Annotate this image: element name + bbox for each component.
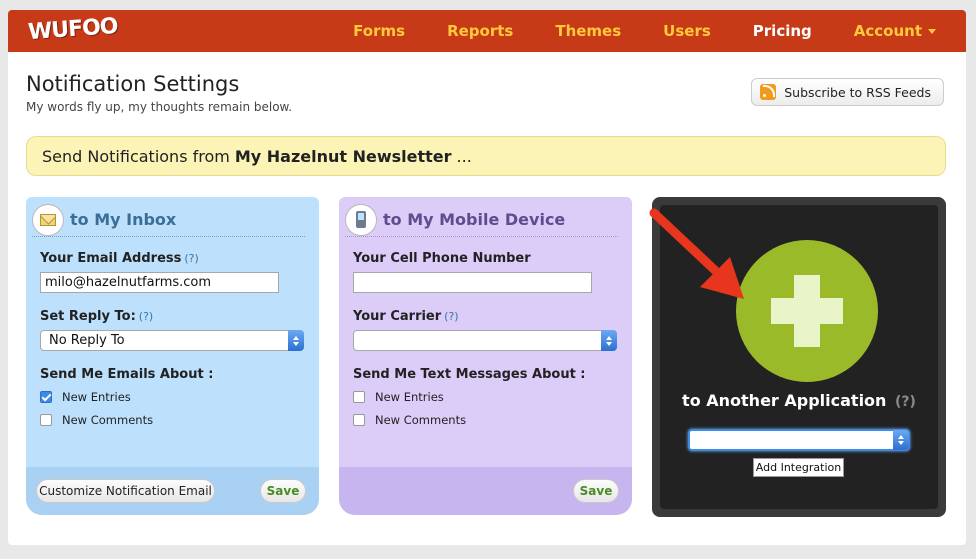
main-nav: Forms Reports Themes Users Pricing Accou… bbox=[311, 10, 936, 52]
wufoo-logo[interactable]: WUFOO bbox=[27, 14, 118, 45]
phone-field[interactable] bbox=[353, 272, 592, 293]
text-new-entries-option[interactable]: New Entries bbox=[353, 390, 444, 404]
chevron-down-icon bbox=[928, 28, 936, 34]
email-new-comments-option[interactable]: New Comments bbox=[40, 413, 153, 427]
nav-themes[interactable]: Themes bbox=[555, 22, 621, 40]
nav-pricing[interactable]: Pricing bbox=[753, 22, 812, 40]
text-new-entries-label: New Entries bbox=[375, 390, 444, 404]
text-new-comments-checkbox[interactable] bbox=[353, 414, 365, 426]
email-new-comments-label: New Comments bbox=[62, 413, 154, 427]
inbox-panel-footer: Customize Notification Email Save bbox=[26, 467, 319, 515]
envelope-icon bbox=[40, 213, 56, 226]
reply-to-select[interactable]: No Reply To bbox=[40, 330, 304, 351]
rss-icon bbox=[760, 84, 777, 100]
mobile-panel-header: to My Mobile Device bbox=[345, 203, 618, 237]
inbox-panel: to My Inbox Your Email Address (?) milo@h… bbox=[26, 197, 319, 515]
email-new-entries-label: New Entries bbox=[62, 390, 131, 404]
phone-icon bbox=[356, 211, 366, 228]
email-label-text: Your Email Address bbox=[40, 251, 182, 266]
email-new-entries-option[interactable]: New Entries bbox=[40, 390, 131, 404]
add-integration-button[interactable]: Add Integration bbox=[753, 458, 844, 477]
reply-to-help-link[interactable]: (?) bbox=[139, 310, 153, 323]
inbox-save-button[interactable]: Save bbox=[260, 479, 306, 503]
mobile-panel-title: to My Mobile Device bbox=[383, 210, 566, 229]
select-arrows-icon bbox=[893, 430, 909, 450]
nav-reports[interactable]: Reports bbox=[447, 22, 513, 40]
integration-title: to Another Application (?) bbox=[660, 391, 938, 410]
inbox-panel-title: to My Inbox bbox=[70, 210, 177, 229]
email-new-comments-checkbox[interactable] bbox=[40, 414, 52, 426]
carrier-help-link[interactable]: (?) bbox=[444, 310, 458, 323]
notice-prefix: Send Notifications from bbox=[42, 146, 230, 166]
phone-label: Your Cell Phone Number bbox=[353, 251, 531, 266]
email-about-label: Send Me Emails About : bbox=[40, 367, 214, 382]
phone-icon-badge bbox=[345, 203, 377, 236]
top-navigation-bar: WUFOO Forms Reports Themes Users Pricing… bbox=[8, 10, 966, 52]
page-title: Notification Settings bbox=[26, 72, 240, 96]
email-field[interactable]: milo@hazelnutfarms.com bbox=[40, 272, 279, 293]
integration-select[interactable] bbox=[688, 429, 910, 451]
mobile-panel-footer: Save bbox=[339, 467, 632, 515]
integration-help-link[interactable]: (?) bbox=[895, 394, 916, 410]
text-new-comments-option[interactable]: New Comments bbox=[353, 413, 466, 427]
reply-to-value: No Reply To bbox=[49, 333, 125, 348]
reply-to-label: Set Reply To: (?) bbox=[40, 309, 153, 324]
email-help-link[interactable]: (?) bbox=[184, 252, 198, 265]
email-new-entries-checkbox[interactable] bbox=[40, 391, 52, 403]
carrier-label: Your Carrier (?) bbox=[353, 309, 459, 324]
email-label: Your Email Address (?) bbox=[40, 251, 199, 266]
page-subtitle: My words fly up, my thoughts remain belo… bbox=[26, 100, 293, 114]
text-new-entries-checkbox[interactable] bbox=[353, 391, 365, 403]
text-about-label: Send Me Text Messages About : bbox=[353, 367, 586, 382]
nav-account-label: Account bbox=[853, 22, 922, 40]
carrier-label-text: Your Carrier bbox=[353, 309, 442, 324]
text-new-comments-label: New Comments bbox=[375, 413, 467, 427]
form-notice-banner: Send Notifications from My Hazelnut News… bbox=[26, 136, 946, 176]
select-arrows-icon bbox=[288, 330, 304, 351]
reply-to-label-text: Set Reply To: bbox=[40, 309, 136, 324]
nav-users[interactable]: Users bbox=[663, 22, 711, 40]
inbox-panel-header: to My Inbox bbox=[32, 203, 305, 237]
nav-forms[interactable]: Forms bbox=[353, 22, 405, 40]
red-pointer-arrow-icon bbox=[649, 208, 744, 299]
envelope-icon-badge bbox=[32, 203, 64, 236]
mobile-panel: to My Mobile Device Your Cell Phone Numb… bbox=[339, 197, 632, 515]
select-arrows-icon bbox=[601, 330, 617, 351]
nav-account[interactable]: Account bbox=[854, 22, 936, 40]
main-content: Notification Settings My words fly up, m… bbox=[8, 52, 966, 545]
customize-notification-email-button[interactable]: Customize Notification Email bbox=[36, 479, 215, 503]
subscribe-rss-button[interactable]: Subscribe to RSS Feeds bbox=[751, 78, 944, 106]
carrier-select[interactable] bbox=[353, 330, 617, 351]
integration-title-text: to Another Application bbox=[682, 391, 887, 410]
notice-form-name: My Hazelnut Newsletter bbox=[234, 146, 452, 166]
mobile-save-button[interactable]: Save bbox=[573, 479, 619, 503]
rss-button-label: Subscribe to RSS Feeds bbox=[784, 84, 931, 100]
plus-horizontal-bar bbox=[771, 298, 843, 324]
notice-suffix: ... bbox=[456, 146, 472, 166]
